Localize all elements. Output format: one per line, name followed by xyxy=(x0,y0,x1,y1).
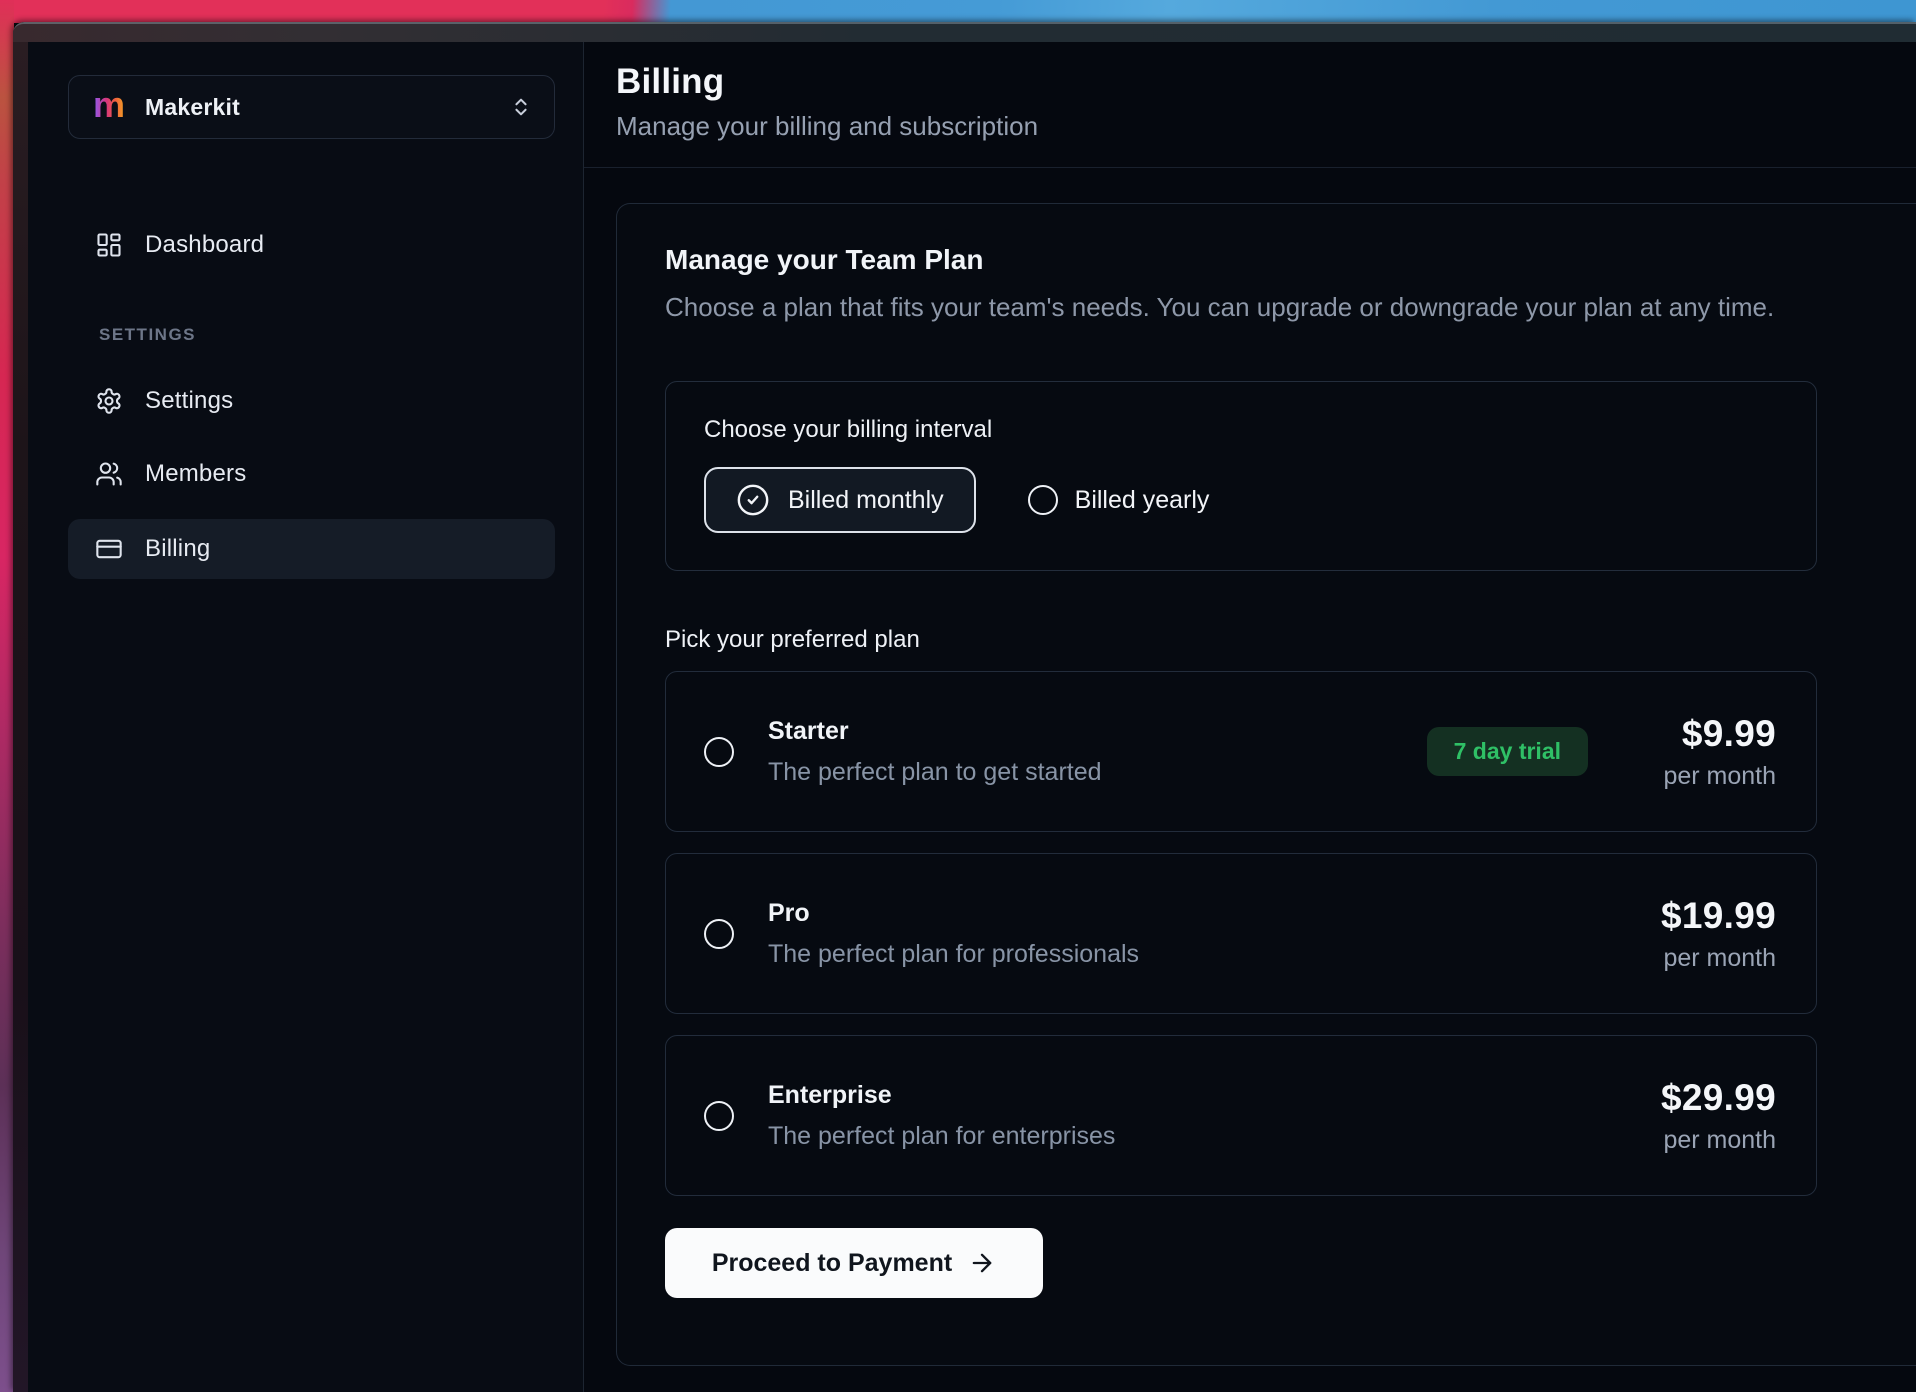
plan-right: $29.99 per month xyxy=(1626,1077,1776,1155)
sidebar-nav: Dashboard SETTINGS Settings xyxy=(13,217,583,579)
workspace-selector[interactable]: m Makerkit xyxy=(68,75,555,139)
plans-label: Pick your preferred plan xyxy=(665,626,1916,654)
plan-right: $19.99 per month xyxy=(1626,895,1776,973)
plan-row-starter[interactable]: Starter The perfect plan to get started … xyxy=(665,671,1817,832)
main-content: Billing Manage your billing and subscrip… xyxy=(584,42,1916,1392)
dashboard-icon xyxy=(95,231,123,259)
price-block: $29.99 per month xyxy=(1626,1077,1776,1155)
plan-period: per month xyxy=(1626,944,1776,973)
wallpaper-left-strip xyxy=(0,0,14,1392)
plan-price: $29.99 xyxy=(1626,1077,1776,1119)
sidebar-item-label: Members xyxy=(145,460,246,488)
window-titlebar xyxy=(13,22,1916,42)
proceed-to-payment-button[interactable]: Proceed to Payment xyxy=(665,1228,1043,1298)
plan-description: The perfect plan to get started xyxy=(768,758,1102,787)
sidebar-item-dashboard[interactable]: Dashboard xyxy=(68,217,555,273)
billed-yearly-label: Billed yearly xyxy=(1075,486,1210,515)
users-icon xyxy=(95,460,123,488)
credit-card-icon xyxy=(95,535,123,563)
plan-right: 7 day trial $9.99 per month xyxy=(1427,713,1776,791)
radio-unselected-icon xyxy=(1028,485,1058,515)
card-title: Manage your Team Plan xyxy=(665,244,1916,276)
plan-period: per month xyxy=(1626,762,1776,791)
plan-row-enterprise[interactable]: Enterprise The perfect plan for enterpri… xyxy=(665,1035,1817,1196)
billed-yearly-option[interactable]: Billed yearly xyxy=(1028,485,1210,515)
page-header: Billing Manage your billing and subscrip… xyxy=(584,42,1916,168)
radio-unselected-icon[interactable] xyxy=(704,1101,734,1131)
sidebar: m Makerkit Dashboard xyxy=(13,42,584,1392)
arrow-right-icon xyxy=(968,1249,996,1277)
page-subtitle: Manage your billing and subscription xyxy=(616,111,1916,142)
page-title: Billing xyxy=(616,62,1916,102)
makerkit-logo-icon: m xyxy=(93,87,125,123)
sidebar-item-settings[interactable]: Settings xyxy=(68,373,555,429)
billing-interval-options: Billed monthly Billed yearly xyxy=(704,467,1816,533)
plan-description: The perfect plan for enterprises xyxy=(768,1122,1115,1151)
sidebar-item-label: Dashboard xyxy=(145,231,264,259)
billing-interval-box: Choose your billing interval Billed mont… xyxy=(665,381,1817,571)
plan-name: Pro xyxy=(768,899,1139,928)
sidebar-item-label: Billing xyxy=(145,535,210,563)
sidebar-item-label: Settings xyxy=(145,387,233,415)
window-left-edge-shade xyxy=(13,42,28,1392)
check-circle-icon xyxy=(736,483,770,517)
sidebar-item-members[interactable]: Members xyxy=(68,446,555,502)
plan-info: Pro The perfect plan for professionals xyxy=(768,899,1139,969)
plan-period: per month xyxy=(1626,1126,1776,1155)
plan-name: Starter xyxy=(768,717,1102,746)
radio-unselected-icon[interactable] xyxy=(704,737,734,767)
plan-price: $9.99 xyxy=(1626,713,1776,755)
workspace-name: Makerkit xyxy=(145,94,240,121)
gear-icon xyxy=(95,387,123,415)
billed-monthly-option[interactable]: Billed monthly xyxy=(704,467,976,533)
proceed-to-payment-label: Proceed to Payment xyxy=(712,1249,952,1278)
plan-list: Starter The perfect plan to get started … xyxy=(665,671,1916,1196)
trial-badge: 7 day trial xyxy=(1427,727,1588,776)
chevrons-up-down-icon xyxy=(510,94,532,120)
plan-info: Starter The perfect plan to get started xyxy=(768,717,1102,787)
billing-interval-label: Choose your billing interval xyxy=(704,416,1816,444)
sidebar-item-billing[interactable]: Billing xyxy=(68,519,555,579)
radio-unselected-icon[interactable] xyxy=(704,919,734,949)
team-plan-card: Manage your Team Plan Choose a plan that… xyxy=(616,203,1916,1366)
billed-monthly-label: Billed monthly xyxy=(788,486,944,515)
plan-price: $19.99 xyxy=(1626,895,1776,937)
price-block: $9.99 per month xyxy=(1626,713,1776,791)
card-description: Choose a plan that fits your team's need… xyxy=(665,292,1916,323)
app-layout: m Makerkit Dashboard xyxy=(13,42,1916,1392)
plan-row-pro[interactable]: Pro The perfect plan for professionals $… xyxy=(665,853,1817,1014)
sidebar-section-settings: SETTINGS xyxy=(99,325,555,345)
plan-description: The perfect plan for professionals xyxy=(768,940,1139,969)
app-window: m Makerkit Dashboard xyxy=(13,22,1916,1392)
plan-name: Enterprise xyxy=(768,1081,1115,1110)
wallpaper-top-strip xyxy=(0,0,1916,23)
plan-info: Enterprise The perfect plan for enterpri… xyxy=(768,1081,1115,1151)
price-block: $19.99 per month xyxy=(1626,895,1776,973)
